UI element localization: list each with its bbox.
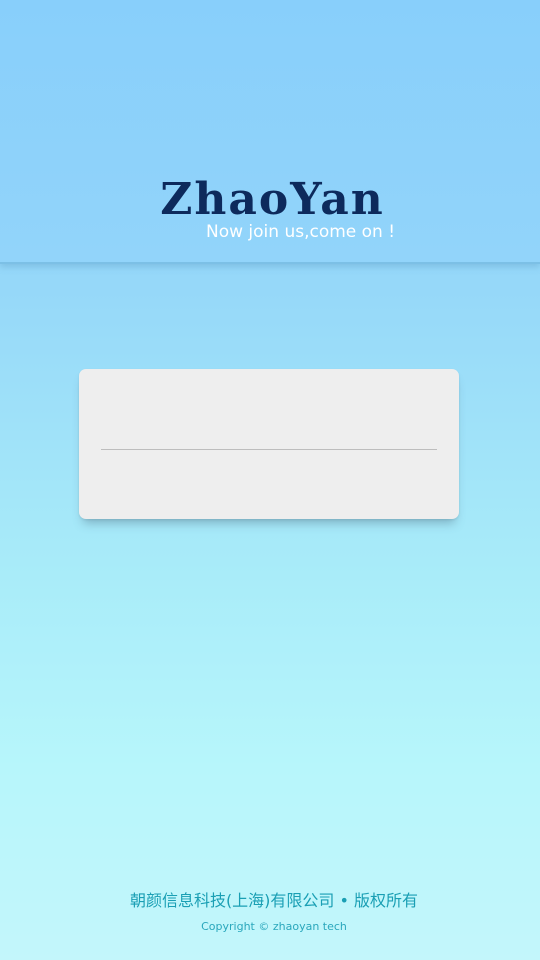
header-banner: ZhaoYan Now join us,come on ! [0,0,540,264]
footer-copyright: Copyright © zhaoyan tech [201,920,347,933]
username-input[interactable] [101,385,437,445]
login-form [79,369,459,519]
field-divider [101,449,437,450]
app-tagline: Now join us,come on ! [206,222,396,242]
password-input[interactable] [101,451,437,511]
footer-company-name: 朝颜信息科技(上海)有限公司 • 版权所有 [129,891,419,910]
